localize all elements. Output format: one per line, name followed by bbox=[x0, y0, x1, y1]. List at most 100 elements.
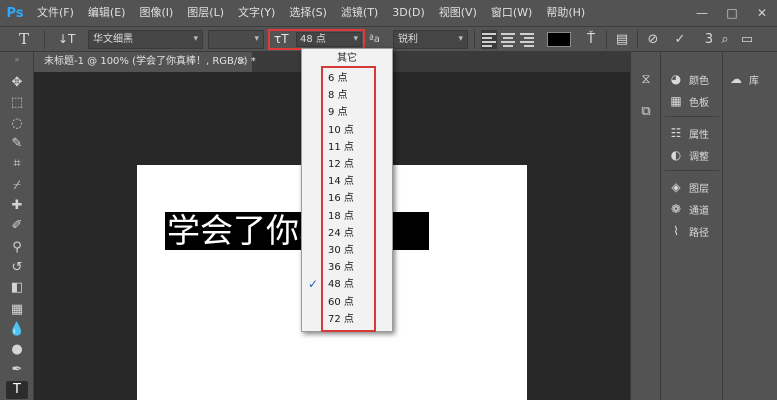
align-left-icon[interactable] bbox=[481, 30, 497, 49]
eyedropper-tool-icon[interactable]: ⌿ bbox=[6, 177, 28, 195]
font-size-icon: τT bbox=[274, 32, 289, 46]
font-size-option-label: 18 点 bbox=[328, 210, 354, 222]
channels-panel-tab[interactable]: ❁ 通道 bbox=[669, 200, 709, 218]
font-size-option-label: 72 点 bbox=[328, 313, 354, 325]
font-size-option[interactable]: 30 点 bbox=[302, 242, 390, 259]
adjustments-icon: ◐ bbox=[670, 148, 682, 162]
menu-type[interactable]: 文字(Y) bbox=[231, 0, 282, 26]
close-window-button[interactable]: ✕ bbox=[747, 0, 777, 26]
panel-divider bbox=[665, 116, 719, 117]
font-size-option-label: 24 点 bbox=[328, 227, 354, 239]
workspace-icon[interactable]: ▭ bbox=[738, 30, 756, 49]
type-tool-preset-icon[interactable]: T bbox=[14, 30, 34, 49]
font-size-option-label: 16 点 bbox=[328, 193, 354, 205]
menu-edit[interactable]: 编辑(E) bbox=[81, 0, 133, 26]
font-size-option[interactable]: 72 点 bbox=[302, 311, 390, 328]
font-size-option[interactable]: 60 点 bbox=[302, 294, 390, 311]
text-color-swatch[interactable] bbox=[547, 32, 571, 47]
healing-brush-tool-icon[interactable]: ✚ bbox=[6, 197, 28, 215]
menu-window[interactable]: 窗口(W) bbox=[484, 0, 539, 26]
libraries-panel-tab[interactable]: ☁ 库 bbox=[729, 70, 759, 88]
eraser-tool-icon[interactable]: ◧ bbox=[6, 279, 28, 297]
warp-text-icon[interactable]: Ť bbox=[582, 30, 600, 49]
font-family-select[interactable]: 华文细黑 ▾ bbox=[88, 30, 203, 49]
font-size-other-option[interactable]: 其它 bbox=[302, 51, 392, 67]
dodge-tool-icon[interactable]: ● bbox=[6, 341, 28, 359]
font-size-option-label: 30 点 bbox=[328, 245, 354, 256]
character-panel-icon[interactable]: ▤ bbox=[613, 30, 631, 49]
blur-tool-icon[interactable]: 💧 bbox=[6, 321, 28, 339]
commit-icon[interactable]: ✓ bbox=[671, 30, 689, 49]
panel-grip-icon[interactable]: » bbox=[4, 56, 30, 64]
font-size-option[interactable]: 36 点 bbox=[302, 259, 390, 276]
font-size-option[interactable]: 14 点 bbox=[302, 173, 390, 190]
menu-help[interactable]: 帮助(H) bbox=[539, 0, 592, 26]
history-panel-icon[interactable]: ⧖ bbox=[636, 70, 656, 90]
photoshop-logo[interactable]: Ps bbox=[0, 0, 30, 26]
font-size-dropdown: 其它 6 点 8 点 9 点 10 点 11 点 12 点 14 点 16 点 18 点 24 点… bbox=[301, 48, 393, 332]
adjustments-panel-label: 调整 bbox=[689, 151, 709, 163]
font-size-option[interactable]: 6 点 bbox=[302, 70, 390, 87]
swatches-panel-tab[interactable]: ▦ 色板 bbox=[669, 92, 709, 110]
font-size-option[interactable]: 12 点 bbox=[302, 156, 390, 173]
adjustments-panel-tab[interactable]: ◐ 调整 bbox=[669, 146, 709, 164]
maximize-button[interactable]: □ bbox=[717, 0, 747, 26]
checkmark-icon: ✓ bbox=[308, 277, 319, 292]
history-brush-tool-icon[interactable]: ↺ bbox=[6, 259, 28, 277]
font-size-option-label: 12 点 bbox=[328, 159, 354, 170]
color-panel-label: 颜色 bbox=[689, 75, 709, 87]
menu-image[interactable]: 图像(I) bbox=[132, 0, 180, 26]
font-size-option[interactable]: 8 点 bbox=[302, 87, 390, 104]
color-panel-tab[interactable]: ◕ 颜色 bbox=[669, 70, 709, 88]
paths-panel-label: 路径 bbox=[689, 227, 709, 239]
type-tool-icon[interactable]: T bbox=[6, 381, 28, 399]
search-icon[interactable]: ⌕ bbox=[716, 30, 734, 49]
menu-view[interactable]: 视图(V) bbox=[432, 0, 484, 26]
menu-select[interactable]: 选择(S) bbox=[282, 0, 334, 26]
font-size-option[interactable]: 16 点 bbox=[302, 190, 390, 207]
lasso-tool-icon[interactable]: ◌ bbox=[6, 115, 28, 133]
menu-file[interactable]: 文件(F) bbox=[30, 0, 81, 26]
separator bbox=[606, 30, 607, 49]
font-size-option[interactable]: 9 点 bbox=[302, 104, 390, 121]
swatches-icon: ▦ bbox=[670, 94, 682, 108]
font-size-option[interactable]: 18 点 bbox=[302, 208, 390, 225]
paths-panel-tab[interactable]: ⌇ 路径 bbox=[669, 222, 709, 240]
properties-icon: ☷ bbox=[670, 126, 682, 140]
menu-3d[interactable]: 3D(D) bbox=[385, 0, 432, 26]
crop-tool-icon[interactable]: ⌗ bbox=[6, 155, 28, 173]
font-size-option[interactable]: 10 点 bbox=[302, 122, 390, 139]
gradient-tool-icon[interactable]: ▦ bbox=[6, 301, 28, 319]
align-right-icon[interactable] bbox=[519, 30, 535, 49]
pen-tool-icon[interactable]: ✒ bbox=[6, 361, 28, 379]
libraries-panel-label: 库 bbox=[749, 75, 759, 87]
font-size-option-label: 60 点 bbox=[328, 296, 354, 308]
antialias-select[interactable]: 锐利 ▾ bbox=[393, 30, 468, 49]
cancel-icon[interactable]: ⊘ bbox=[644, 30, 662, 49]
font-size-option[interactable]: ✓ 48 点 bbox=[302, 276, 390, 293]
text-orientation-icon[interactable]: ↓T bbox=[58, 30, 80, 49]
font-style-select[interactable]: ▾ bbox=[208, 30, 264, 49]
layers-panel-tab[interactable]: ◈ 图层 bbox=[669, 178, 709, 196]
align-center-icon[interactable] bbox=[500, 30, 516, 49]
font-size-option-label: 6 点 bbox=[328, 73, 348, 84]
separator bbox=[44, 30, 45, 49]
font-size-option[interactable]: 24 点 bbox=[302, 225, 390, 242]
font-size-select[interactable]: 48 点 ▾ bbox=[296, 32, 362, 47]
menu-layer[interactable]: 图层(L) bbox=[180, 0, 231, 26]
clone-stamp-tool-icon[interactable]: ⚲ bbox=[6, 239, 28, 257]
move-tool-icon[interactable]: ✥ bbox=[6, 74, 28, 92]
antialias-icon: ªa bbox=[369, 34, 380, 45]
marquee-tool-icon[interactable]: ⬚ bbox=[6, 94, 28, 112]
quick-select-tool-icon[interactable]: ✎ bbox=[6, 135, 28, 153]
properties-panel-tab[interactable]: ☷ 属性 bbox=[669, 124, 709, 142]
cloud-icon: ☁ bbox=[730, 72, 742, 86]
close-tab-icon[interactable]: × bbox=[238, 52, 246, 72]
font-size-option[interactable]: 11 点 bbox=[302, 139, 390, 156]
brush-tool-icon[interactable]: ✐ bbox=[6, 217, 28, 235]
document-tab[interactable]: 未标题-1 @ 100% (学会了你真棒！, RGB/8) * × bbox=[34, 52, 256, 72]
tools-panel: » ✥ ⬚ ◌ ✎ ⌗ ⌿ ✚ ✐ ⚲ ↺ ◧ ▦ 💧 ● ✒ T bbox=[0, 52, 34, 400]
minimize-button[interactable]: — bbox=[687, 0, 717, 26]
menu-filter[interactable]: 滤镜(T) bbox=[334, 0, 385, 26]
actions-panel-icon[interactable]: ⧉ bbox=[636, 102, 656, 122]
